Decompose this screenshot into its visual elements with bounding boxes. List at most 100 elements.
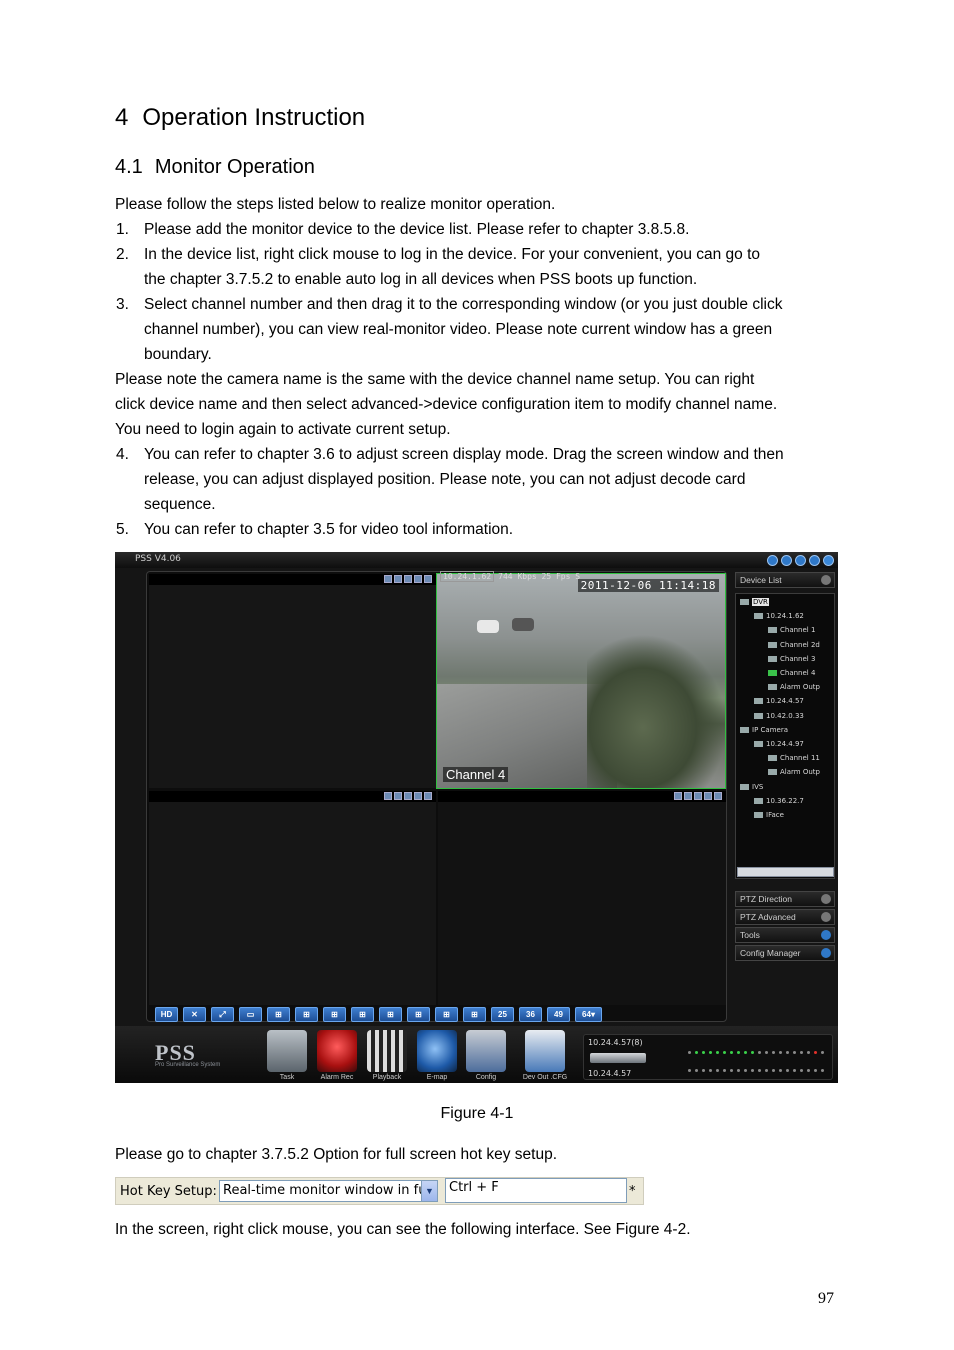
tree-node[interactable]: Channel 2d	[768, 641, 820, 649]
status-leds	[686, 1045, 831, 1083]
maximize-icon[interactable]	[809, 555, 820, 566]
status-led	[751, 1051, 754, 1054]
tree-node[interactable]: 10.36.22.7	[754, 797, 804, 805]
step-line: You can refer to chapter 3.5 for video t…	[144, 521, 514, 538]
minimize-icon[interactable]	[795, 555, 806, 566]
list-icon[interactable]	[821, 948, 831, 958]
status-led	[779, 1069, 782, 1072]
tree-node-label: Alarm Outp	[780, 768, 820, 777]
video-window-3[interactable]	[149, 802, 436, 1005]
video-window-4[interactable]	[438, 802, 726, 1005]
config-label: Config	[475, 1074, 497, 1081]
tree-node[interactable]: Channel 3	[768, 655, 815, 663]
step-number: 3.	[116, 296, 129, 313]
config-icon[interactable]	[466, 1030, 506, 1072]
split-25-button[interactable]: 25	[491, 1007, 514, 1022]
device-icon	[740, 726, 749, 733]
split-9-button[interactable]: ⊞	[351, 1007, 374, 1022]
close-icon[interactable]	[823, 555, 834, 566]
chapter-title: Operation Instruction	[142, 104, 366, 131]
stream-info: 10.24.1.62 744 Kbps 25 Fps S	[440, 571, 581, 583]
ptz-direction-header[interactable]: PTZ Direction	[735, 891, 835, 907]
hd-button[interactable]: HD	[155, 1007, 178, 1022]
tree-node[interactable]: IP Camera	[740, 726, 788, 734]
split-16-button[interactable]: ⊞	[407, 1007, 430, 1022]
status-led	[758, 1069, 761, 1072]
status-led	[765, 1069, 768, 1072]
tree-node[interactable]: 10.42.0.33	[754, 712, 804, 720]
tree-node[interactable]: Channel 4	[768, 669, 815, 677]
lock-icon[interactable]	[781, 555, 792, 566]
chevron-down-icon[interactable]: ▼	[421, 1180, 438, 1202]
ptz-advanced-header[interactable]: PTZ Advanced	[735, 909, 835, 925]
config-manager-header[interactable]: Config Manager	[735, 945, 835, 961]
section-title: Monitor Operation	[154, 156, 315, 178]
plus-icon[interactable]	[821, 575, 831, 585]
tree-node-label: IVS	[752, 782, 764, 791]
split-36-button[interactable]: 36	[519, 1007, 542, 1022]
split-20-button[interactable]: ⊞	[435, 1007, 458, 1022]
split-64-button[interactable]: 64▾	[575, 1007, 602, 1022]
tree-node[interactable]: Channel 11	[768, 754, 820, 762]
tree-node-label: DVR	[752, 598, 769, 606]
status-led	[709, 1051, 712, 1054]
tree-node-label: 10.24.4.97	[766, 740, 804, 748]
playback-label: Playback	[372, 1074, 402, 1081]
hotkey-input[interactable]: Ctrl + F	[445, 1178, 627, 1203]
step-line: boundary.	[144, 346, 212, 363]
e-map-icon[interactable]	[417, 1030, 457, 1072]
shuffle-button[interactable]: ✕	[183, 1007, 206, 1022]
step-line: sequence.	[144, 496, 216, 513]
tree-node[interactable]: Channel 1	[768, 626, 815, 634]
menu-icon[interactable]	[767, 555, 778, 566]
tree-scrollbar[interactable]	[737, 867, 834, 877]
stream-ip: 10.24.1.62	[440, 571, 495, 582]
split-4-button[interactable]: ⊞	[267, 1007, 290, 1022]
device-icon	[768, 641, 777, 648]
tree-node[interactable]: IFace	[754, 811, 784, 819]
alarm-rec-label: Alarm Rec	[320, 1074, 354, 1081]
tree-node-label: Channel 3	[780, 654, 816, 663]
status-led	[737, 1051, 740, 1054]
split-24-button[interactable]: ⊞	[463, 1007, 486, 1022]
tree-node[interactable]: 10.24.4.57	[754, 697, 804, 705]
fullscreen-button[interactable]: ⤢	[211, 1007, 234, 1022]
playback-icon[interactable]	[367, 1030, 407, 1072]
status-led	[772, 1069, 775, 1072]
status-led	[737, 1069, 740, 1072]
step-line: release, you can adjust displayed positi…	[144, 471, 746, 488]
step-line: You can refer to chapter 3.6 to adjust s…	[144, 446, 784, 463]
status-led	[793, 1051, 796, 1054]
video-window-1[interactable]	[149, 585, 436, 788]
alarm-rec-icon[interactable]	[317, 1030, 357, 1072]
split-49-button[interactable]: 49	[547, 1007, 570, 1022]
dev-out-cfg-icon[interactable]	[525, 1030, 565, 1072]
pss-window-title: PSS V4.06	[135, 554, 181, 564]
device-icon	[754, 812, 763, 818]
device-icons	[590, 1053, 646, 1063]
tree-node[interactable]: Alarm Outp	[768, 768, 820, 776]
split-6-button[interactable]: ⊞	[295, 1007, 318, 1022]
expand-icon[interactable]	[821, 894, 831, 904]
tree-node[interactable]: IVS	[740, 783, 763, 791]
tools-header[interactable]: Tools	[735, 927, 835, 943]
plus-icon[interactable]	[821, 912, 831, 922]
split-1-button[interactable]: ▭	[239, 1007, 262, 1022]
step-line: Please add the monitor device to the dev…	[144, 221, 690, 238]
tree-node[interactable]: 10.24.1.62	[754, 612, 804, 620]
tree-node[interactable]: 10.24.4.97	[754, 740, 804, 748]
list-icon[interactable]	[821, 930, 831, 940]
tree-node[interactable]: Alarm Outp	[768, 683, 820, 691]
split-13-button[interactable]: ⊞	[379, 1007, 402, 1022]
video-window-2-active[interactable]: 2011-12-06 11:14:18 Channel 4	[436, 573, 726, 789]
device-icon	[740, 783, 749, 790]
status-led	[751, 1069, 754, 1072]
tree-node[interactable]: DVR	[740, 598, 769, 606]
device-list-header[interactable]: Device List	[735, 572, 835, 588]
split-8-button[interactable]: ⊞	[323, 1007, 346, 1022]
status-led	[695, 1069, 698, 1072]
stream-rate: 744 Kbps 25 Fps S	[498, 572, 581, 581]
hotkey-function-select[interactable]: Real-time monitor window in full sc	[219, 1180, 437, 1202]
status-led	[786, 1051, 789, 1054]
task-icon[interactable]	[267, 1030, 307, 1072]
